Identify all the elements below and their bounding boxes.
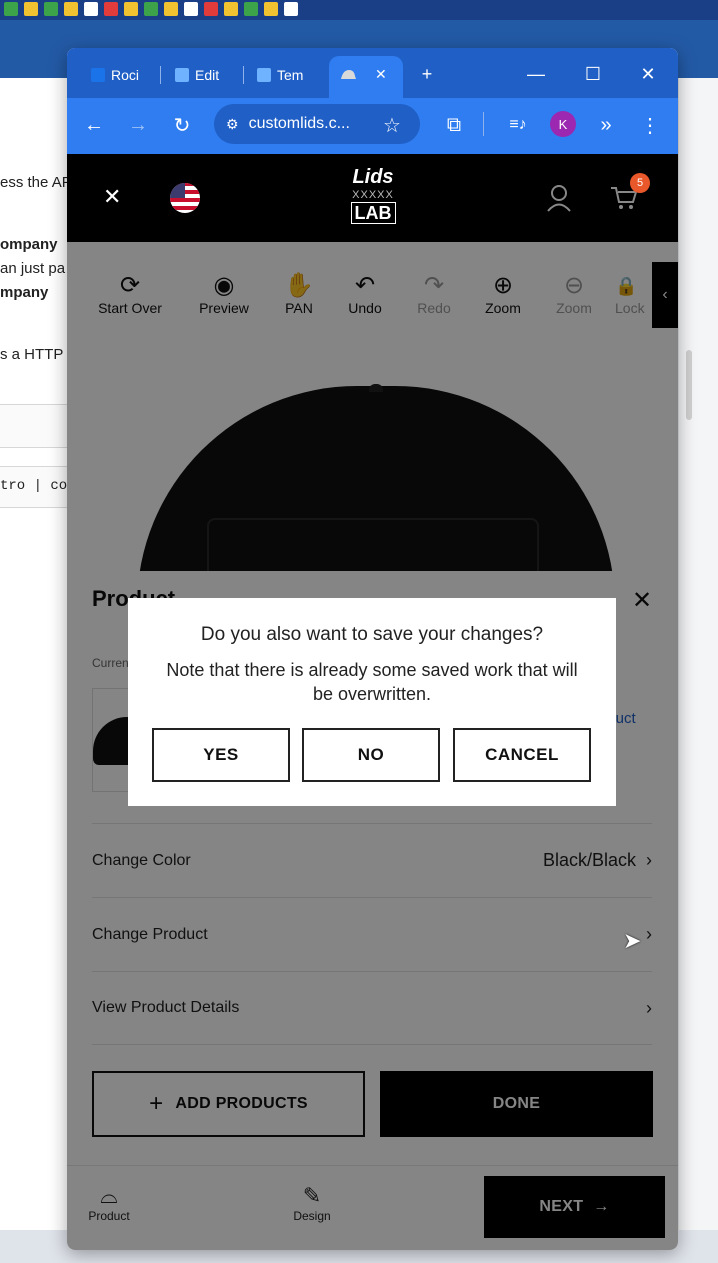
tab-divider [243, 66, 244, 84]
ztag-icon [257, 68, 271, 82]
app-icon[interactable] [24, 2, 38, 16]
save-changes-dialog: Do you also want to save your changes? N… [128, 598, 616, 806]
minimize-button[interactable]: — [513, 60, 559, 88]
close-window-button[interactable]: ✕ [625, 60, 671, 88]
cap-favicon [341, 70, 356, 79]
app-icon[interactable] [64, 2, 78, 16]
app-icon[interactable] [84, 2, 98, 16]
site-settings-icon[interactable]: ⚙ [226, 116, 239, 133]
app-icon[interactable] [184, 2, 198, 16]
more-extensions-icon[interactable]: » [591, 110, 621, 140]
account-icon[interactable] [545, 182, 573, 212]
url-text[interactable]: customlids.c... [249, 115, 350, 133]
app-icon[interactable] [204, 2, 218, 16]
app-icon[interactable] [144, 2, 158, 16]
app-icon[interactable] [264, 2, 278, 16]
tab-close-icon[interactable]: ✕ [375, 66, 387, 83]
tab-roci[interactable]: Roci [83, 60, 163, 90]
us-flag-icon[interactable] [169, 182, 201, 214]
os-taskbar [0, 0, 718, 20]
app-icon[interactable] [44, 2, 58, 16]
app-icon[interactable] [284, 2, 298, 16]
tab-active-customlids[interactable]: ✕ [329, 56, 403, 98]
app-icon[interactable] [4, 2, 18, 16]
tab-divider [160, 66, 161, 84]
background-text: an just pa [0, 260, 66, 277]
ztag-icon [175, 68, 189, 82]
dialog-question: Do you also want to save your changes? [200, 624, 544, 645]
app-icon[interactable] [224, 2, 238, 16]
bookmark-star-icon[interactable]: ☆ [377, 110, 407, 140]
tab-label: Roci [111, 67, 140, 83]
background-text: tro | cor [0, 478, 76, 494]
tab-tem[interactable]: Tem [249, 60, 329, 90]
app-icon[interactable] [244, 2, 258, 16]
tab-label: Edit [195, 67, 220, 83]
mouse-cursor-icon: ➤ [623, 928, 642, 953]
back-button[interactable]: ← [79, 110, 109, 140]
maximize-button[interactable]: ☐ [570, 60, 616, 88]
app-icon[interactable] [124, 2, 138, 16]
reload-button[interactable]: ↻ [167, 110, 197, 140]
lids-lab-logo[interactable]: Lids XXXXX LAB [335, 166, 411, 228]
bookmark-icon [91, 68, 105, 82]
background-scrollbar[interactable] [686, 350, 692, 420]
tab-label: Tem [277, 67, 304, 83]
extensions-icon[interactable]: ⧉ [439, 110, 469, 140]
background-text: s a HTTP [0, 346, 64, 363]
media-control-icon[interactable]: ≡♪ [503, 110, 533, 140]
app-icon[interactable] [104, 2, 118, 16]
background-text: mpany [0, 284, 49, 301]
yes-button[interactable]: YES [152, 728, 290, 782]
close-customizer-icon[interactable]: ✕ [103, 184, 121, 210]
no-button[interactable]: NO [302, 728, 440, 782]
background-sidebar [678, 78, 718, 1230]
new-tab-button[interactable]: + [412, 60, 442, 88]
cancel-button[interactable]: CANCEL [453, 728, 591, 782]
background-field [0, 404, 67, 448]
background-text: ompany [0, 236, 58, 253]
profile-avatar[interactable]: K [550, 111, 576, 137]
toolbar-divider [483, 112, 484, 136]
cart-count-badge: 5 [630, 173, 650, 193]
background-text: ess the AP [0, 174, 72, 191]
browser-window: Roci Edit Tem ✕ + — ☐ ✕ ← → ↻ ⚙ customli… [67, 48, 678, 1250]
forward-button[interactable]: → [123, 110, 153, 140]
browser-menu-icon[interactable]: ⋮ [635, 110, 665, 140]
app-icon[interactable] [164, 2, 178, 16]
tab-edit[interactable]: Edit [167, 60, 247, 90]
dialog-note: Note that there is already some saved wo… [166, 660, 578, 704]
